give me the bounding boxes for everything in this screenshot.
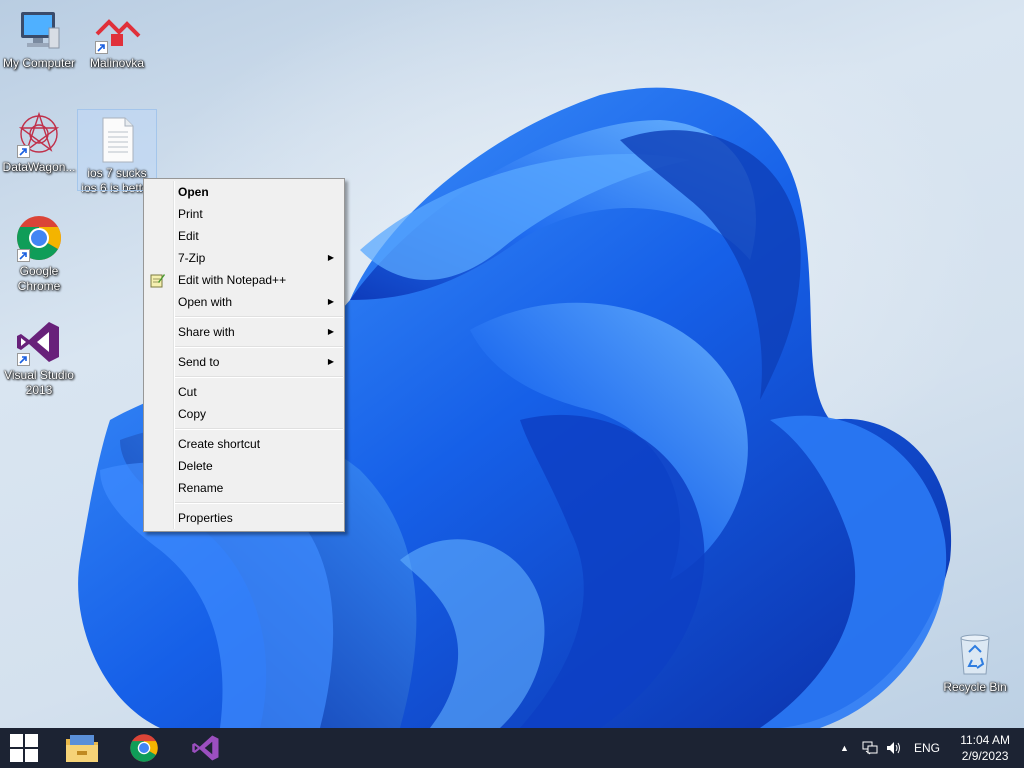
notepad-plus-icon — [150, 272, 166, 288]
icon-label: DataWagon... — [2, 160, 76, 174]
show-hidden-icons-button[interactable]: ▲ — [840, 728, 849, 768]
menu-item-print[interactable]: Print — [144, 203, 344, 225]
network-icon[interactable] — [862, 728, 878, 768]
menu-item-share-with[interactable]: Share with ▶ — [144, 321, 344, 343]
menu-item-open[interactable]: Open — [144, 181, 344, 203]
desktop-icon-visual-studio[interactable]: Visual Studio 2013 — [0, 312, 78, 398]
icon-label: Malinovka — [89, 56, 145, 70]
icon-label: Recycle Bin — [943, 680, 1007, 694]
start-windows-icon — [10, 734, 38, 762]
menu-item-delete[interactable]: Delete — [144, 455, 344, 477]
menu-item-copy[interactable]: Copy — [144, 403, 344, 425]
shortcut-arrow-icon — [95, 41, 108, 54]
menu-item-label: Edit with Notepad++ — [178, 273, 287, 287]
taskbar-file-explorer[interactable] — [56, 728, 108, 768]
menu-item-label: Open with — [178, 295, 233, 309]
icon-label: My Computer — [2, 56, 76, 70]
icon-label: Visual Studio 2013 — [4, 368, 74, 397]
menu-item-label: Delete — [178, 459, 213, 473]
chrome-icon — [130, 734, 158, 762]
menu-item-label: Rename — [178, 481, 224, 495]
menu-item-label: Properties — [178, 511, 233, 525]
menu-separator — [175, 376, 343, 378]
menu-separator — [175, 316, 343, 318]
menu-separator — [175, 346, 343, 348]
recycle-bin-icon — [951, 630, 999, 678]
menu-item-label: 7-Zip — [178, 251, 206, 265]
desktop-icon-malinovka[interactable]: Malinovka — [78, 0, 156, 71]
my-computer-icon — [15, 6, 63, 54]
language-label: ENG — [914, 741, 941, 755]
shortcut-arrow-icon — [17, 249, 30, 262]
menu-item-label: Share with — [178, 325, 235, 339]
menu-item-edit[interactable]: Edit — [144, 225, 344, 247]
clock-date: 2/9/2023 — [961, 749, 1009, 763]
submenu-arrow-icon: ▶ — [327, 357, 334, 366]
file-explorer-icon — [66, 735, 98, 762]
menu-item-label: Open — [178, 185, 209, 199]
desktop-icon-my-computer[interactable]: My Computer — [0, 0, 78, 71]
visual-studio-icon — [15, 318, 63, 366]
chevron-up-icon: ▲ — [840, 743, 849, 753]
menu-item-label: Edit — [178, 229, 199, 243]
desktop-icon-google-chrome[interactable]: Google Chrome — [0, 208, 78, 294]
menu-item-create-shortcut[interactable]: Create shortcut — [144, 433, 344, 455]
language-indicator[interactable]: ENG — [914, 728, 940, 768]
submenu-arrow-icon: ▶ — [327, 297, 334, 306]
text-document-icon — [93, 116, 141, 164]
taskbar-chrome[interactable] — [118, 728, 170, 768]
submenu-arrow-icon: ▶ — [327, 327, 334, 336]
menu-item-label: Copy — [178, 407, 207, 421]
submenu-arrow-icon: ▶ — [327, 253, 334, 262]
desktop[interactable]: My Computer Malinovka DataWagon... ios 7… — [0, 0, 1024, 728]
clock-time: 11:04 AM — [960, 733, 1010, 747]
menu-item-properties[interactable]: Properties — [144, 507, 344, 529]
menu-separator — [175, 502, 343, 504]
desktop-icon-recycle-bin[interactable]: Recycle Bin — [936, 624, 1014, 695]
shortcut-arrow-icon — [17, 353, 30, 366]
menu-item-7zip[interactable]: 7-Zip ▶ — [144, 247, 344, 269]
volume-icon[interactable] — [886, 728, 902, 768]
chrome-icon — [15, 214, 63, 262]
visual-studio-icon — [192, 735, 219, 761]
menu-item-label: Create shortcut — [178, 437, 261, 451]
menu-separator — [175, 428, 343, 430]
context-menu: Open Print Edit 7-Zip ▶ Edit with Notepad… — [143, 178, 345, 532]
icon-label: Google Chrome — [17, 264, 61, 293]
shortcut-arrow-icon — [17, 145, 30, 158]
menu-item-edit-with-notepad[interactable]: Edit with Notepad++ — [144, 269, 344, 291]
datawagon-icon — [15, 110, 63, 158]
menu-item-label: Print — [178, 207, 203, 221]
taskbar: ▲ ENG 11:04 AM 2/9/2023 — [0, 728, 1024, 768]
menu-item-label: Cut — [178, 385, 197, 399]
menu-item-open-with[interactable]: Open with ▶ — [144, 291, 344, 313]
taskbar-visual-studio[interactable] — [180, 728, 232, 768]
menu-item-rename[interactable]: Rename — [144, 477, 344, 499]
clock[interactable]: 11:04 AM 2/9/2023 — [960, 732, 1010, 764]
desktop-icon-datawagon[interactable]: DataWagon... — [0, 104, 78, 175]
malinovka-icon — [93, 6, 141, 54]
menu-item-cut[interactable]: Cut — [144, 381, 344, 403]
menu-item-send-to[interactable]: Send to ▶ — [144, 351, 344, 373]
start-button[interactable] — [0, 728, 48, 768]
menu-item-label: Send to — [178, 355, 220, 369]
